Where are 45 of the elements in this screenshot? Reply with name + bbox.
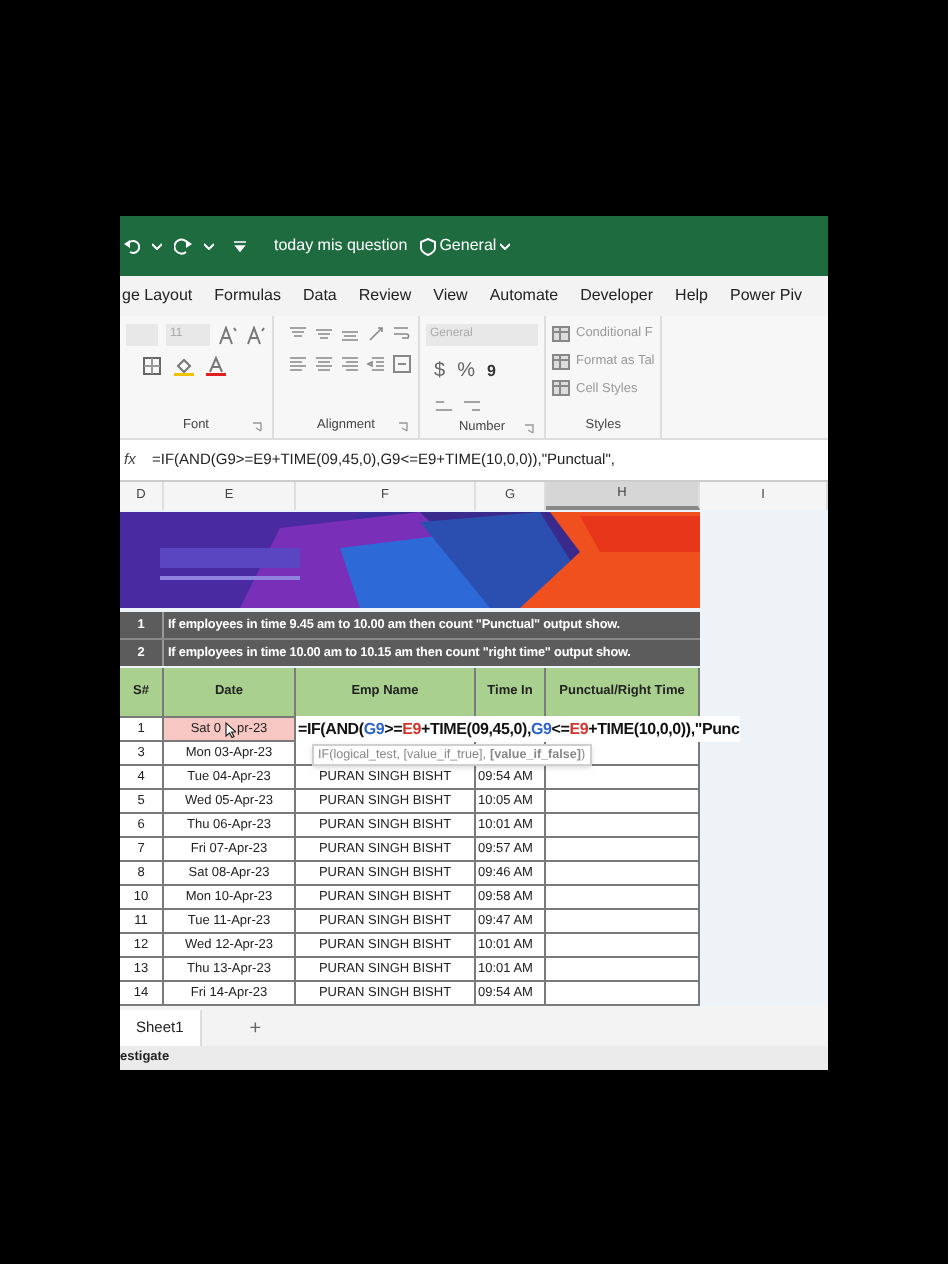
fill-color-icon — [174, 356, 194, 376]
caret-icon — [500, 242, 511, 250]
menu-tab[interactable]: Formulas — [214, 284, 281, 308]
wrap-text-icon — [392, 324, 412, 344]
table-style-icon — [552, 380, 570, 397]
menu-tab[interactable]: ge Layout — [122, 284, 193, 308]
menu-tab[interactable]: Automate — [489, 284, 559, 308]
add-sheet-button[interactable]: + — [249, 1013, 262, 1043]
sensitivity-label[interactable]: General — [419, 234, 511, 258]
align-left-icon — [288, 354, 308, 374]
dialog-launcher-icon — [524, 424, 534, 434]
menu-tab[interactable]: Help — [675, 284, 708, 308]
in-cell-formula[interactable]: =IF(AND(G9>=E9+TIME(09,45,0),G9<=E9+TIME(10,0,0)),"Punc — [296, 716, 740, 742]
comma-style-button[interactable]: 9 — [486, 359, 496, 383]
undo-icon — [124, 236, 140, 256]
menu-tab[interactable]: Review — [358, 284, 412, 308]
cursor-icon — [223, 721, 235, 737]
menu-tab[interactable]: Data — [302, 284, 337, 308]
dialog-launcher-icon — [398, 422, 408, 432]
redo-icon — [174, 236, 192, 256]
decrease-indent-icon — [366, 354, 386, 374]
shield-icon — [419, 237, 436, 255]
merge-cells-icon — [392, 354, 412, 374]
accounting-format-button[interactable]: $ — [434, 356, 446, 386]
caret-icon — [152, 242, 162, 250]
orientation-icon — [366, 324, 386, 344]
middle-align-icon — [314, 324, 334, 344]
dialog-launcher-icon — [252, 422, 262, 432]
align-center-icon — [314, 354, 334, 374]
decrease-font-icon — [246, 325, 266, 345]
increase-font-icon — [218, 325, 238, 345]
menu-tab[interactable]: Power Piv — [730, 284, 803, 308]
menu-tab[interactable]: Developer — [580, 284, 654, 308]
table-style-icon — [552, 325, 570, 342]
align-right-icon — [340, 354, 360, 374]
increase-decimal-icon — [434, 396, 454, 416]
document-title: today mis question — [274, 234, 408, 258]
percent-style-button[interactable]: % — [457, 356, 475, 386]
caret-icon — [204, 242, 214, 250]
font-color-icon — [206, 356, 226, 376]
decrease-decimal-icon — [462, 396, 482, 416]
customize-icon — [234, 240, 246, 252]
menu-tab[interactable]: View — [433, 284, 468, 308]
borders-icon — [142, 356, 162, 376]
table-style-icon — [552, 353, 570, 370]
